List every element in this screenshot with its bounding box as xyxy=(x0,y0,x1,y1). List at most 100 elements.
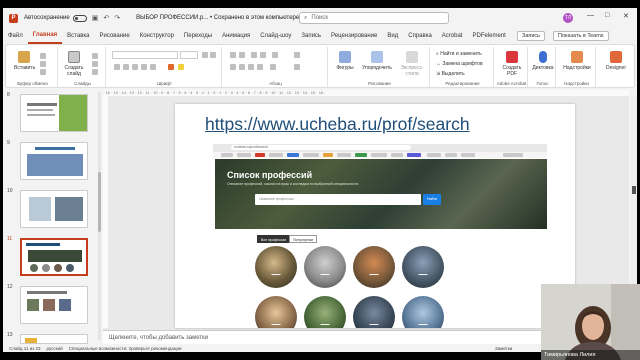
tab-design[interactable]: Конструктор xyxy=(135,29,179,43)
reset-icon[interactable] xyxy=(92,61,98,67)
decrease-font-icon[interactable] xyxy=(210,52,216,58)
justify-icon[interactable] xyxy=(257,64,263,70)
thumbnail-scrollbar[interactable] xyxy=(98,92,101,340)
tab-review[interactable]: Рецензирование xyxy=(326,29,382,43)
italic-icon[interactable] xyxy=(123,64,129,70)
slide-thumbnail-11[interactable] xyxy=(20,238,88,276)
thumbnail-scroll-knob[interactable] xyxy=(98,172,101,232)
accessibility-status[interactable]: Специальные возможности: проверьте реком… xyxy=(69,346,182,351)
tab-transitions[interactable]: Переходы xyxy=(179,29,217,43)
format-painter-icon[interactable] xyxy=(40,69,46,75)
filter-popular: Популярные xyxy=(289,235,318,243)
bullets-icon[interactable] xyxy=(230,52,236,58)
close-icon[interactable]: ✕ xyxy=(623,12,629,20)
copy-icon[interactable] xyxy=(40,61,46,67)
search-icon: ⌕ xyxy=(304,15,308,21)
align-right-icon[interactable] xyxy=(248,64,254,70)
website-screenshot[interactable]: ucheba.ru/prof/search Список профессий О… xyxy=(213,144,547,328)
tab-insert[interactable]: Вставка xyxy=(62,29,94,43)
tab-file[interactable]: Файл xyxy=(3,29,28,43)
columns-icon[interactable] xyxy=(270,64,276,70)
bold-icon[interactable] xyxy=(114,64,120,70)
font-name-field[interactable] xyxy=(112,51,178,59)
slide-thumbnail-9[interactable] xyxy=(20,142,88,180)
select-button[interactable]: ⇲ Выделить xyxy=(436,71,465,77)
group-paragraph: Абзац xyxy=(224,47,328,87)
maximize-icon[interactable]: □ xyxy=(605,12,609,19)
underline-icon[interactable] xyxy=(132,64,138,70)
express-styles-button[interactable]: Экспресс-стили xyxy=(396,51,428,77)
thumbnail-row[interactable]: 10 xyxy=(3,188,97,232)
new-slide-button[interactable]: Создать слайд xyxy=(62,51,86,77)
tab-pdfelement[interactable]: PDFelement xyxy=(467,29,510,43)
new-slide-icon xyxy=(68,51,80,63)
slide-scroll-knob[interactable] xyxy=(632,186,636,194)
designer-button[interactable]: Designer xyxy=(600,51,632,71)
minimize-icon[interactable]: — xyxy=(587,12,594,19)
addins-button[interactable]: Надстройки xyxy=(560,51,594,71)
search-placeholder: Поиск xyxy=(311,15,329,21)
paste-button[interactable]: Вставить xyxy=(14,51,35,71)
replace-fonts-button[interactable]: ↔ Замена шрифтов xyxy=(436,61,483,67)
profession-circle: ▬▬▬ xyxy=(402,296,444,328)
present-in-teams-button[interactable]: Показать в Teams xyxy=(553,31,609,41)
dictation-button[interactable]: Диктовка xyxy=(530,51,556,71)
autosave-toggle[interactable] xyxy=(72,14,87,22)
slide-thumbnail-13[interactable] xyxy=(20,334,88,344)
line-spacing-icon[interactable] xyxy=(272,52,278,58)
tab-acrobat[interactable]: Acrobat xyxy=(437,29,468,43)
save-icon[interactable]: ▣ xyxy=(92,14,99,22)
slide-thumbnails-pane: 8 9 10 11 12 13 xyxy=(3,90,97,344)
redo-icon[interactable]: ↷ xyxy=(114,14,120,22)
slide-thumbnail-12[interactable] xyxy=(20,286,88,324)
thumbnail-row[interactable]: 8 xyxy=(3,92,97,136)
ribbon: Вставить Буфер обмена Создать слайд Слай… xyxy=(5,44,635,88)
increase-font-icon[interactable] xyxy=(202,52,208,58)
bookmark xyxy=(355,153,367,157)
indent-increase-icon[interactable] xyxy=(260,52,266,58)
tab-home[interactable]: Главная xyxy=(27,28,63,44)
profession-circle-caption: ▬▬▬ xyxy=(369,272,379,276)
find-replace-button[interactable]: ⌕ Найти и заменить xyxy=(436,51,482,57)
undo-icon[interactable]: ↶ xyxy=(103,14,109,22)
avatar[interactable]: ТЛ xyxy=(563,13,573,23)
search-input[interactable]: ⌕ Поиск xyxy=(299,12,449,24)
tab-view[interactable]: Вид xyxy=(382,29,403,43)
create-pdf-button[interactable]: Создать PDF xyxy=(498,51,526,77)
numbering-icon[interactable] xyxy=(239,52,245,58)
section-icon[interactable] xyxy=(92,69,98,75)
tab-help[interactable]: Справка xyxy=(403,29,437,43)
font-size-field[interactable] xyxy=(180,51,198,59)
document-title[interactable]: ВЫБОР ПРОФЕССИИ.p... • Сохранено в этом … xyxy=(136,15,299,21)
layout-icon[interactable] xyxy=(92,53,98,59)
cut-icon[interactable] xyxy=(40,53,46,59)
text-direction-icon[interactable] xyxy=(294,52,300,58)
thumbnail-row[interactable]: 9 xyxy=(3,140,97,184)
language-indicator[interactable]: русский xyxy=(47,346,63,351)
font-color-icon[interactable] xyxy=(168,64,174,70)
group-label-font: Шрифт xyxy=(157,81,172,86)
tab-record[interactable]: Запись xyxy=(296,29,326,43)
indent-decrease-icon[interactable] xyxy=(251,52,257,58)
thumbnail-row[interactable]: 11 xyxy=(3,236,97,280)
smartart-icon[interactable] xyxy=(294,64,300,70)
shadow-icon[interactable] xyxy=(150,64,156,70)
tab-draw[interactable]: Рисование xyxy=(94,29,134,43)
record-button[interactable]: Запись xyxy=(517,31,546,41)
arrange-button[interactable]: Упорядочить xyxy=(360,51,394,71)
thumbnail-row[interactable]: 12 xyxy=(3,284,97,328)
strikethrough-icon[interactable] xyxy=(141,64,147,70)
tab-slideshow[interactable]: Слайд-шоу xyxy=(255,29,296,43)
bookmark xyxy=(503,153,523,157)
shapes-button[interactable]: Фигуры xyxy=(332,51,358,71)
bookmark xyxy=(371,153,387,157)
align-center-icon[interactable] xyxy=(239,64,245,70)
slide-url-link[interactable]: https://www.ucheba.ru/prof/search xyxy=(205,114,470,135)
align-left-icon[interactable] xyxy=(230,64,236,70)
tab-animations[interactable]: Анимация xyxy=(217,29,255,43)
current-slide[interactable]: https://www.ucheba.ru/prof/search ucheba… xyxy=(175,104,575,328)
slide-thumbnail-10[interactable] xyxy=(20,190,88,228)
notes-toggle-button[interactable]: Заметки xyxy=(495,346,512,351)
slide-thumbnail-8[interactable] xyxy=(20,94,88,132)
highlight-icon[interactable] xyxy=(178,64,184,70)
